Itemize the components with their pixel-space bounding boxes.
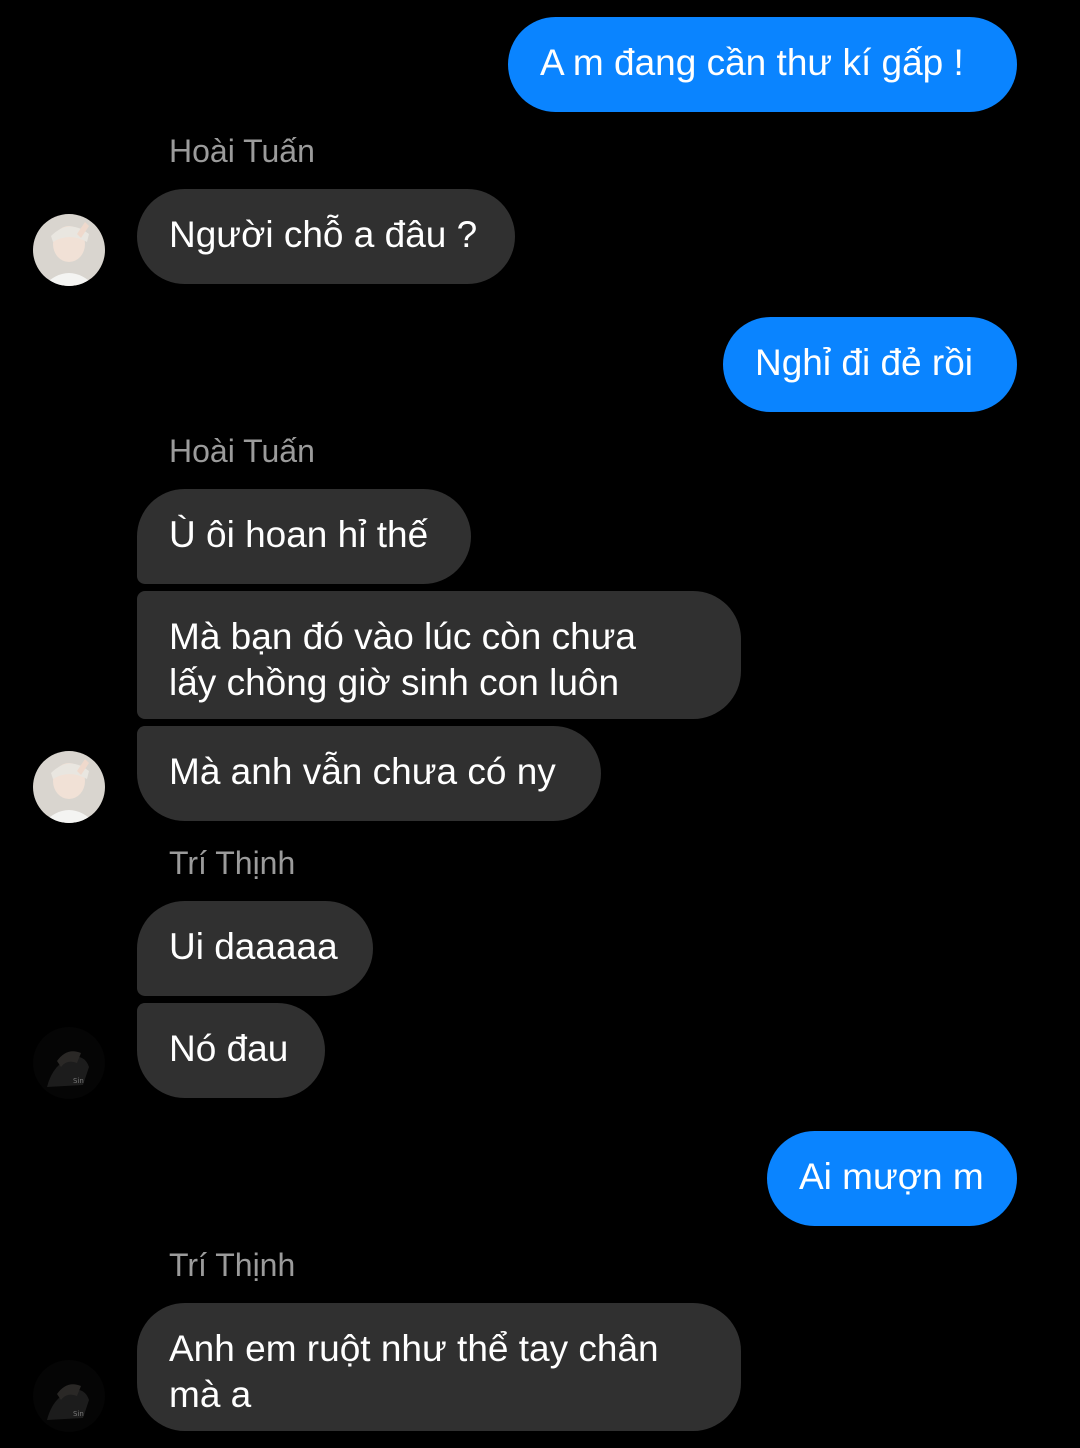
- conversation-thread[interactable]: A m đang cần thư kí gấp ! Hoài Tuấn Ngườ…: [0, 0, 1080, 1448]
- sender-name: Hoài Tuấn: [169, 433, 315, 469]
- avatar[interactable]: Sin: [33, 1027, 105, 1099]
- outgoing-message[interactable]: Nghỉ đi đẻ rồi: [723, 317, 1017, 412]
- incoming-message[interactable]: Mà bạn đó vào lúc còn chưa lấy chồng giờ…: [137, 591, 741, 719]
- outgoing-message[interactable]: Ai mượn m: [767, 1131, 1017, 1226]
- sender-name: Hoài Tuấn: [169, 133, 315, 169]
- avatar[interactable]: [33, 214, 105, 286]
- avatar[interactable]: Sin: [33, 1360, 105, 1432]
- avatar-text-mark: Sin: [73, 1077, 84, 1085]
- incoming-message[interactable]: Ui daaaaa: [137, 901, 373, 996]
- incoming-message[interactable]: Anh em ruột như thể tay chân mà a: [137, 1303, 741, 1431]
- avatar-photo: Sin: [33, 1027, 105, 1099]
- incoming-message[interactable]: Mà anh vẫn chưa có ny: [137, 726, 601, 821]
- avatar-text-mark: Sin: [73, 1410, 84, 1418]
- avatar-photo: Sin: [33, 1360, 105, 1432]
- sender-name: Trí Thịnh: [169, 845, 296, 881]
- sender-name: Trí Thịnh: [169, 1247, 296, 1283]
- incoming-message[interactable]: Nó đau: [137, 1003, 325, 1098]
- incoming-message[interactable]: Người chỗ a đâu ?: [137, 189, 515, 284]
- avatar-photo: [33, 751, 105, 823]
- avatar-photo: [33, 214, 105, 286]
- incoming-message[interactable]: Ù ôi hoan hỉ thế: [137, 489, 471, 584]
- avatar[interactable]: [33, 751, 105, 823]
- outgoing-message[interactable]: A m đang cần thư kí gấp !: [508, 17, 1017, 112]
